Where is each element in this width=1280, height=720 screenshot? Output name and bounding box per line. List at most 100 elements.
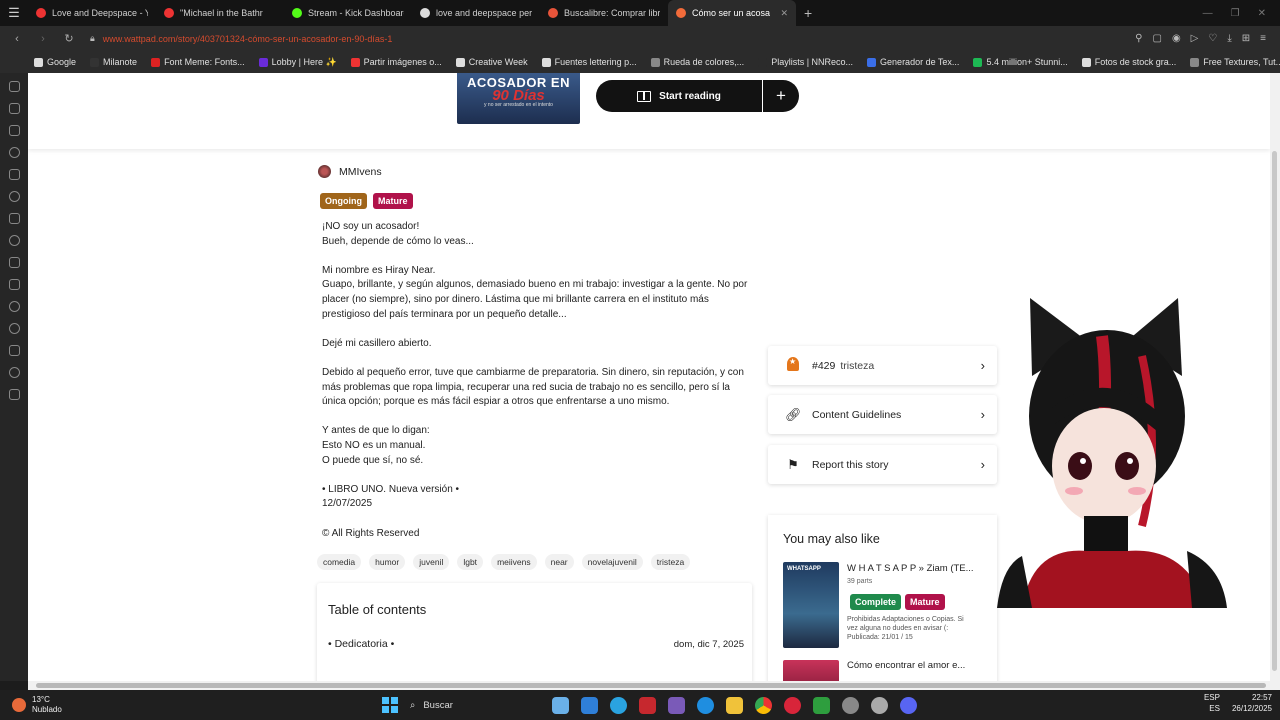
sidebar-app-icon[interactable] [8,301,20,312]
horizontal-scroll-thumb[interactable] [36,683,1266,688]
cover-subtitle: y no ser arrestado en el intento [484,102,553,108]
sidebar-app-icon[interactable] [8,125,20,136]
story-cover-thumbnail[interactable]: ACOSADOR EN 90 Días y no ser arrestado e… [457,73,580,124]
ranking-card[interactable]: #429 tristeza › [768,346,997,385]
bookmark-item[interactable]: Font Meme: Fonts... [151,57,245,67]
close-icon[interactable]: ✕ [1258,8,1266,19]
tab-favicon-icon [36,8,46,18]
obs-icon[interactable] [842,696,859,714]
camera-icon[interactable]: ◉ [1172,33,1181,44]
sidebar-app-icon[interactable] [8,389,20,400]
recommendation-cover[interactable]: WHATSAPP [783,562,839,648]
content-guidelines-card[interactable]: 🔗︎ Content Guidelines › [768,395,997,434]
sidebar-app-icon[interactable] [8,367,20,378]
back-icon[interactable]: ‹ [8,33,26,45]
story-tag[interactable]: tristeza [650,554,691,570]
tab-label: Buscalibre: Comprar libro [564,8,660,18]
copilot-icon[interactable] [581,696,598,714]
tab-menu-icon[interactable]: ☰ [0,0,28,26]
sidebar-app-icon[interactable] [8,279,20,290]
sidebar-app-icon[interactable] [8,81,20,92]
bookmark-item[interactable]: Milanote [90,57,137,67]
forward-icon[interactable]: › [34,33,52,45]
sidebar-app-icon[interactable] [8,147,20,158]
bookmark-item[interactable]: Partir imágenes o... [350,57,442,67]
browser-tab-bar: ☰ Love and Deepspace - Yo "Michael in the… [0,0,1280,26]
browser-tab[interactable]: love and deepspace pers [412,0,540,26]
language-indicator[interactable]: ESP ES [1204,692,1220,714]
horizontal-scrollbar[interactable] [28,681,1280,690]
weather-widget[interactable]: 13°C Nublado [0,695,62,715]
add-to-library-button[interactable]: + [763,80,799,112]
sidebar-app-icon[interactable] [8,169,20,180]
bookmark-item[interactable]: 5.4 million+ Stunni... [973,57,1068,67]
bookmark-item[interactable]: Creative Week [455,57,528,67]
sidebar-app-icon[interactable] [8,345,20,356]
bookmark-item[interactable]: Free Textures, Tut... [1190,57,1280,67]
extensions-icon[interactable]: ⊞ [1242,33,1250,44]
clock[interactable]: 22:57 26/12/2025 [1232,692,1272,714]
sidebar-app-icon[interactable] [8,191,20,202]
bookmark-item[interactable]: Generador de Tex... [867,57,959,67]
search-label: Buscar [423,699,453,711]
edge-icon[interactable] [697,696,714,714]
opera-icon[interactable] [784,696,801,714]
bookmark-item[interactable]: Fotos de stock gra... [1081,57,1176,67]
windows-start-icon[interactable] [382,697,398,713]
story-tag[interactable]: humor [369,554,406,570]
bookmark-item[interactable]: Fuentes lettering p... [541,57,637,67]
browser-tab[interactable]: Buscalibre: Comprar libro [540,0,668,26]
browser-tab[interactable]: Cómo ser un acosador en ✕ [668,0,796,26]
sidebar-app-icon[interactable] [8,235,20,246]
toc-chapter-link[interactable]: • Dedicatoria • [328,638,394,650]
browser-tab[interactable]: Stream - Kick Dashboard [284,0,412,26]
reload-icon[interactable]: ↻ [60,32,78,45]
recommendation-cover[interactable] [783,660,839,681]
story-tag[interactable]: lgbt [457,554,484,570]
vertical-scrollbar[interactable] [1270,73,1280,681]
menu-icon[interactable]: ≡ [1260,33,1266,44]
story-tag[interactable]: near [544,554,574,570]
taskbar-search[interactable]: ⌕ Buscar [410,700,540,711]
browser-tab[interactable]: "Michael in the Bathr [156,0,284,26]
bookmark-item[interactable]: Lobby | Here ✨ [258,57,337,68]
author-link[interactable]: MMIvens [318,165,382,178]
app-icon[interactable] [639,696,656,714]
tab-close-icon[interactable]: ✕ [780,8,788,19]
heart-icon[interactable]: ♡ [1208,33,1217,44]
start-reading-button[interactable]: Start reading [596,80,762,112]
play-icon[interactable]: ▷ [1191,33,1199,44]
bookmark-item[interactable]: Playlists | NNReco... [758,57,853,67]
new-tab-button[interactable]: + [796,5,820,21]
file-explorer-icon[interactable] [726,696,743,714]
download-icon[interactable]: ⤓ [1227,33,1231,44]
sidebar-app-icon[interactable] [8,213,20,224]
weather-app-icon[interactable] [552,696,569,714]
vertical-scroll-thumb[interactable] [1272,151,1277,671]
minimize-icon[interactable]: — [1203,8,1213,19]
pin-icon[interactable]: ⚲ [1135,33,1142,44]
telegram-icon[interactable] [610,696,627,714]
browser-tab[interactable]: Love and Deepspace - Yo [28,0,156,26]
app-icon[interactable] [668,696,685,714]
url-field[interactable]: 🔒︎ www.wattpad.com/story/403701324-cómo-… [90,33,392,44]
story-tag[interactable]: meiivens [491,554,537,570]
sidebar-app-icon[interactable] [8,323,20,334]
sidebar-app-icon[interactable] [8,257,20,268]
chrome-icon[interactable] [755,696,772,714]
settings-icon[interactable] [871,696,888,714]
app-icon[interactable] [813,696,830,714]
story-tag[interactable]: comedia [317,554,362,570]
report-story-card[interactable]: ⚑ Report this story › [768,445,997,484]
bookmark-item[interactable]: Rueda de colores,... [650,57,744,67]
discord-icon[interactable] [900,696,917,714]
screenshot-icon[interactable]: ▢ [1152,33,1161,44]
bookmark-item[interactable]: Google [34,57,76,67]
story-tag[interactable]: novelajuvenil [581,554,643,570]
restore-icon[interactable]: ❐ [1231,8,1240,19]
sidebar-app-icon[interactable] [8,103,20,114]
toc-chapter-date: dom, dic 7, 2025 [673,639,744,650]
recommendation-title[interactable]: Cómo encontrar el amor e... [847,660,965,671]
recommendation-title[interactable]: W H A T S A P P » Ziam (TE... [847,563,974,574]
story-tag[interactable]: juvenil [413,554,450,570]
